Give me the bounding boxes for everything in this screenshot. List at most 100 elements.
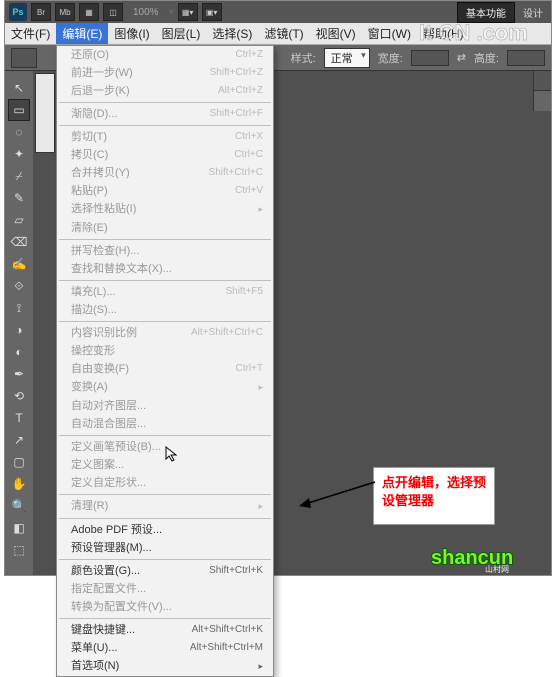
- menu-item[interactable]: 首选项(N): [57, 657, 273, 676]
- mb-button[interactable]: Mb: [55, 3, 75, 21]
- tool-13[interactable]: ✒: [8, 363, 30, 385]
- menu-item-shortcut: [256, 379, 263, 396]
- grid-button[interactable]: ▦: [79, 3, 99, 21]
- panel-tab[interactable]: [534, 71, 551, 91]
- menu-item-label: 清理(R): [71, 498, 108, 515]
- bridge-button[interactable]: Br: [31, 3, 51, 21]
- menu-item: 操控变形: [57, 342, 273, 360]
- tool-16[interactable]: ↗: [8, 429, 30, 451]
- tool-9[interactable]: ⟐: [8, 275, 30, 297]
- menu-item-shortcut: Ctrl+T: [236, 361, 264, 377]
- tool-7[interactable]: ⌫: [8, 231, 30, 253]
- tool-1[interactable]: ▭: [8, 99, 30, 121]
- menu-item-label: 渐隐(D)...: [71, 106, 117, 122]
- menu-item: 自动混合图层...: [57, 415, 273, 433]
- menu-image[interactable]: 图像(I): [108, 23, 155, 44]
- menu-separator: [59, 102, 271, 103]
- menu-item-label: 自动混合图层...: [71, 416, 146, 432]
- swap-icon[interactable]: ⇄: [457, 51, 466, 64]
- menu-item-label: 定义画笔预设(B)...: [71, 439, 161, 455]
- workspace-selector[interactable]: 基本功能: [457, 2, 515, 23]
- tool-6[interactable]: ▱: [8, 209, 30, 231]
- menu-filter[interactable]: 滤镜(T): [258, 23, 309, 44]
- arrange-button[interactable]: ▦▾: [178, 3, 198, 21]
- menu-window[interactable]: 窗口(W): [362, 23, 417, 44]
- tool-5[interactable]: ✎: [8, 187, 30, 209]
- tool-19[interactable]: 🔍: [8, 495, 30, 517]
- menu-item-shortcut: [256, 498, 263, 515]
- menu-edit[interactable]: 编辑(E): [56, 23, 108, 44]
- tool-8[interactable]: ✍: [8, 253, 30, 275]
- menu-item-shortcut: Alt+Shift+Ctrl+M: [190, 640, 263, 656]
- document-window[interactable]: [35, 73, 55, 153]
- menu-item: 清除(E): [57, 219, 273, 237]
- menu-item-shortcut: Ctrl+Z: [236, 47, 264, 63]
- menu-item: 粘贴(P)Ctrl+V: [57, 182, 273, 200]
- menu-select[interactable]: 选择(S): [206, 23, 258, 44]
- annotation-callout: 点开编辑，选择预设管理器: [373, 467, 495, 525]
- menu-item[interactable]: 颜色设置(G)...Shift+Ctrl+K: [57, 562, 273, 580]
- tool-11[interactable]: ◑: [8, 319, 30, 341]
- menu-item[interactable]: 菜单(U)...Alt+Shift+Ctrl+M: [57, 639, 273, 657]
- menu-item[interactable]: 预设管理器(M)...: [57, 539, 273, 557]
- menu-layer[interactable]: 图层(L): [156, 23, 207, 44]
- tool-18[interactable]: ✋: [8, 473, 30, 495]
- menu-item-shortcut: Shift+Ctrl+F: [210, 106, 263, 122]
- menu-item-label: 选择性粘贴(I): [71, 201, 136, 218]
- menu-item: 变换(A): [57, 378, 273, 397]
- tool-14[interactable]: ⟲: [8, 385, 30, 407]
- workspace-design[interactable]: 设计: [519, 5, 547, 20]
- menu-item-shortcut: Shift+Ctrl+Z: [210, 65, 263, 81]
- menu-item-shortcut: [256, 201, 263, 218]
- tool-0[interactable]: ↖: [8, 77, 30, 99]
- menu-item-label: 首选项(N): [71, 658, 119, 675]
- menu-item: 清理(R): [57, 497, 273, 516]
- height-field[interactable]: [507, 50, 545, 66]
- tool-17[interactable]: ▢: [8, 451, 30, 473]
- menu-item-label: 还原(O): [71, 47, 109, 63]
- menu-item-label: 指定配置文件...: [71, 581, 146, 597]
- menu-item: 定义自定形状...: [57, 474, 273, 492]
- menu-file[interactable]: 文件(F): [5, 23, 56, 44]
- menu-item-label: Adobe PDF 预设...: [71, 522, 162, 538]
- tool-12[interactable]: ◐: [8, 341, 30, 363]
- menu-view[interactable]: 视图(V): [310, 23, 362, 44]
- menu-item-label: 内容识别比例: [71, 325, 137, 341]
- menu-item: 前进一步(W)Shift+Ctrl+Z: [57, 64, 273, 82]
- menu-item: 选择性粘贴(I): [57, 200, 273, 219]
- tool-20[interactable]: ◧: [8, 517, 30, 539]
- menu-item: 自动对齐图层...: [57, 397, 273, 415]
- menu-help[interactable]: 帮助(H): [417, 23, 470, 44]
- menu-item-label: 自动对齐图层...: [71, 398, 146, 414]
- menu-separator: [59, 618, 271, 619]
- tool-4[interactable]: ⌿: [8, 165, 30, 187]
- tool-21[interactable]: ⬚: [8, 539, 30, 561]
- menu-item-label: 查找和替换文本(X)...: [71, 261, 172, 277]
- tool-3[interactable]: ✦: [8, 143, 30, 165]
- menu-item-shortcut: Shift+F5: [225, 284, 263, 300]
- tool-preset-icon[interactable]: [11, 48, 37, 68]
- menu-item[interactable]: Adobe PDF 预设...: [57, 521, 273, 539]
- arrow-icon: [299, 476, 379, 510]
- menu-separator: [59, 125, 271, 126]
- menu-item: 填充(L)...Shift+F5: [57, 283, 273, 301]
- tool-15[interactable]: T: [8, 407, 30, 429]
- menu-item[interactable]: 键盘快捷键...Alt+Shift+Ctrl+K: [57, 621, 273, 639]
- tool-10[interactable]: ⟟: [8, 297, 30, 319]
- menu-item: 后退一步(K)Alt+Ctrl+Z: [57, 82, 273, 100]
- height-label: 高度:: [474, 50, 499, 66]
- tool-2[interactable]: ◌: [8, 121, 30, 143]
- menu-item-label: 定义自定形状...: [71, 475, 146, 491]
- menu-item-label: 操控变形: [71, 343, 115, 359]
- menu-item: 描边(S)...: [57, 301, 273, 319]
- menu-item-shortcut: Shift+Ctrl+C: [209, 165, 263, 181]
- width-field[interactable]: [411, 50, 449, 66]
- style-select[interactable]: 正常: [324, 48, 370, 68]
- menu-item-shortcut: Alt+Ctrl+Z: [218, 83, 263, 99]
- screen-mode-button[interactable]: ▣▾: [202, 3, 222, 21]
- zoom-level[interactable]: 100%: [127, 7, 165, 18]
- menu-item-shortcut: Shift+Ctrl+K: [209, 563, 263, 579]
- right-collapsed-panel[interactable]: [533, 71, 551, 111]
- menu-bar: 文件(F) 编辑(E) 图像(I) 图层(L) 选择(S) 滤镜(T) 视图(V…: [5, 23, 551, 45]
- panel-button[interactable]: ◫: [103, 3, 123, 21]
